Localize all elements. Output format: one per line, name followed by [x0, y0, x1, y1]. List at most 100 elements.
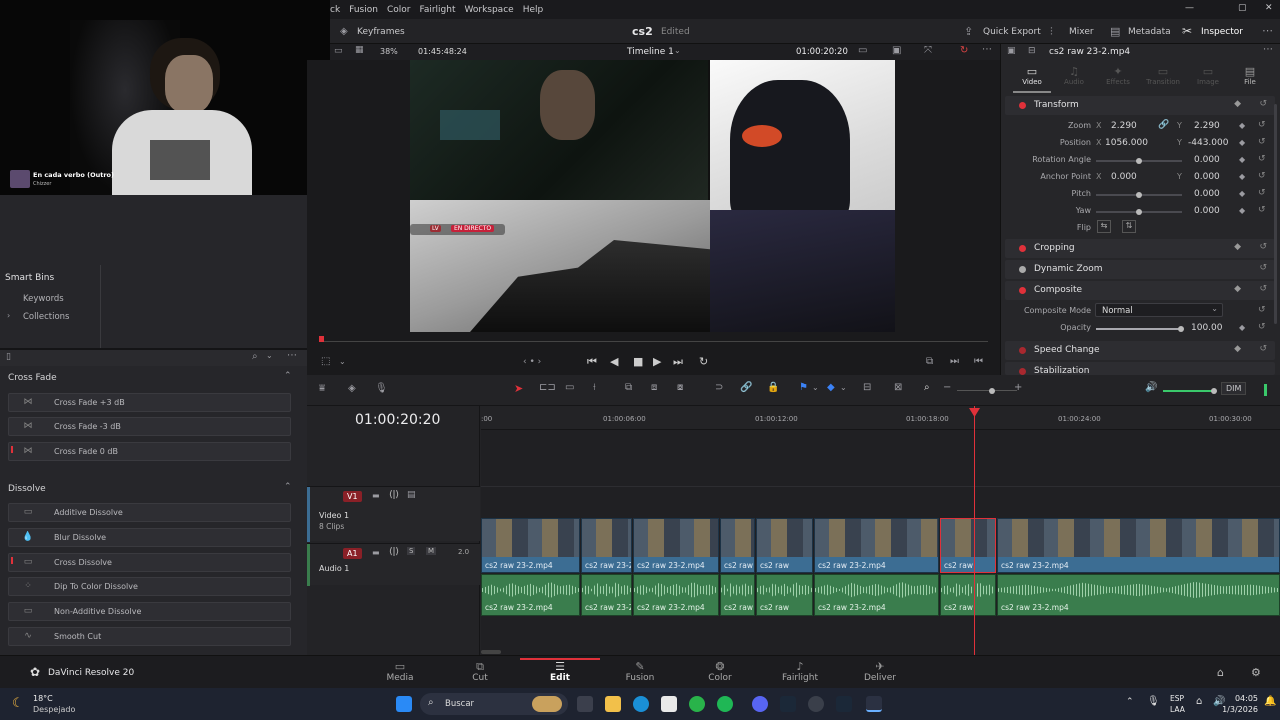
cropping-section[interactable]: Cropping ◆ ↺ [1005, 239, 1275, 258]
reset-icon[interactable]: ↺ [1258, 205, 1266, 215]
go-to-start-icon[interactable]: ⏮ [587, 355, 597, 369]
zoom-full-icon[interactable]: ⊟ [863, 382, 871, 393]
keyframe-icon[interactable]: ◆ [1234, 99, 1241, 109]
maximize-icon[interactable]: ▢ [1238, 3, 1247, 13]
audio-clip[interactable]: cs2 raw 23-2.mp4 [481, 574, 580, 616]
inspector-scrollbar[interactable] [1274, 104, 1277, 324]
language-code[interactable]: ESP [1170, 694, 1184, 703]
zoom-level[interactable]: 38% [380, 47, 398, 56]
play-icon[interactable]: ▶ [653, 355, 661, 368]
effect-cross-fade-minus3[interactable]: ⋈ Cross Fade -3 dB [8, 417, 291, 436]
audio-clip[interactable]: cs2 raw [756, 574, 813, 616]
network-icon[interactable]: ⌂ [1196, 696, 1202, 707]
anchor-x-field[interactable]: 0.000 [1111, 172, 1137, 182]
davinci-taskbar-icon[interactable] [866, 696, 882, 712]
flip-horizontal-icon[interactable]: ⇆ [1097, 220, 1111, 233]
rotation-slider[interactable] [1096, 158, 1182, 164]
menu-item-fairlight[interactable]: Fairlight [419, 5, 455, 15]
dissolve-header[interactable]: Dissolve [8, 484, 46, 494]
tab-audio[interactable]: ♫ Audio [1055, 65, 1093, 93]
stabilization-section[interactable]: Stabilization [1005, 362, 1275, 375]
quick-export-button[interactable]: Quick Export [983, 27, 1041, 37]
tab-video[interactable]: ▭ Video [1013, 65, 1051, 93]
timeline-ruler[interactable]: :00 01:00:06:00 01:00:12:00 01:00:18:00 … [481, 406, 1280, 430]
weather-temp[interactable]: 18°C [33, 694, 53, 703]
page-media[interactable]: ▭ Media [360, 660, 440, 688]
timeline-playhead[interactable] [974, 406, 975, 655]
video-track-name[interactable]: Video 1 [319, 511, 349, 520]
keyframe-icon[interactable]: ◆ [1239, 155, 1245, 164]
effects-more-icon[interactable]: ⋯ [287, 350, 297, 361]
audio-clip[interactable]: cs2 raw 23-2.mp4 [581, 574, 632, 616]
more-icon[interactable]: ⋯ [1262, 24, 1273, 37]
selection-mode-icon[interactable]: ⬚ [321, 356, 330, 367]
page-edit[interactable]: ☰ Edit [520, 658, 600, 686]
anchor-y-field[interactable]: 0.000 [1194, 172, 1220, 182]
keyframe-icon[interactable]: ◆ [1239, 323, 1245, 332]
trim-tool-icon[interactable]: ⊏⊐ [539, 382, 556, 393]
effect-dip-to-color[interactable]: ⁘ Dip To Color Dissolve [8, 577, 291, 596]
viewer-more-icon[interactable]: ⋯ [982, 44, 992, 55]
keyframe-icon[interactable]: ◆ [1234, 344, 1241, 354]
audio-clip[interactable]: cs2 raw 23-2.mp4 [814, 574, 939, 616]
speaker-icon[interactable]: 🔊 [1145, 382, 1157, 393]
composite-section[interactable]: Composite ◆ ↺ [1005, 281, 1275, 300]
mixer-button[interactable]: Mixer [1069, 27, 1094, 37]
file-explorer-icon[interactable] [605, 696, 621, 712]
collapse-icon[interactable]: ⌃ [284, 371, 292, 381]
inspector-more-icon[interactable]: ⋯ [1263, 44, 1273, 55]
lock-icon[interactable]: ▬ [372, 548, 380, 557]
dim-button[interactable]: DIM [1221, 382, 1247, 395]
keyframe-icon[interactable]: ◆ [1239, 189, 1245, 198]
effect-blur-dissolve[interactable]: 💧 Blur Dissolve [8, 528, 291, 547]
zoom-slider[interactable] [957, 388, 1017, 394]
link-icon[interactable]: 🔗 [1158, 120, 1169, 130]
grid-icon[interactable]: ▦ [355, 45, 364, 55]
tab-effects[interactable]: ✦ Effects [1098, 65, 1138, 93]
loop-icon[interactable]: ↻ [960, 45, 968, 56]
keyframe-icon[interactable]: ◆ [1234, 242, 1241, 252]
reset-icon[interactable]: ↺ [1258, 322, 1266, 332]
obs-icon[interactable] [808, 696, 824, 712]
chevron-down-icon[interactable]: ⌄ [674, 46, 681, 55]
loop-playback-icon[interactable]: ↻ [699, 355, 708, 368]
audio-track-name[interactable]: Audio 1 [319, 564, 349, 573]
rotation-field[interactable]: 0.000 [1194, 155, 1220, 165]
marker-icon[interactable]: ◆ [827, 382, 835, 393]
menu-item-clip[interactable]: ck [330, 5, 340, 15]
video-clip[interactable]: cs2 raw [720, 518, 755, 573]
stop-icon[interactable]: ■ [633, 355, 643, 368]
metadata-button[interactable]: Metadata [1128, 27, 1171, 37]
menu-item-color[interactable]: Color [387, 5, 411, 15]
opacity-slider[interactable] [1096, 326, 1184, 332]
overlay-icon[interactable]: ▣ [892, 45, 901, 56]
reset-icon[interactable]: ↺ [1259, 263, 1267, 273]
audio-clip[interactable]: cs2 raw 23-2.mp4 [997, 574, 1280, 616]
reset-icon[interactable]: ↺ [1259, 99, 1267, 109]
insert-clip-icon[interactable]: ⧉ [625, 382, 632, 393]
chevron-down-icon[interactable]: ⌄ [812, 383, 819, 392]
video-clip[interactable]: cs2 raw 23-2.mp4 [581, 518, 632, 573]
viewer-mode-icon[interactable]: ▭ [858, 45, 867, 56]
yaw-slider[interactable] [1096, 209, 1182, 215]
chevron-right-icon[interactable]: › [7, 311, 10, 320]
audio-clip[interactable]: cs2 raw 23-2.mp4 [633, 574, 719, 616]
steam-alt-icon[interactable] [836, 696, 852, 712]
yaw-field[interactable]: 0.000 [1194, 206, 1220, 216]
video-clip-selected[interactable]: cs2 raw [940, 518, 996, 573]
chevron-down-icon[interactable]: ⌄ [339, 357, 346, 366]
transform-icon[interactable]: ⤧ [924, 45, 932, 56]
video-frame[interactable]: LV EN DIRECTO [410, 60, 895, 332]
snapping-icon[interactable]: ⊃ [715, 382, 723, 393]
lock-icon[interactable]: ▬ [372, 491, 380, 500]
chevron-down-icon[interactable]: ⌄ [840, 383, 847, 392]
go-to-end-icon[interactable]: ⏭ [673, 355, 683, 369]
video-clip[interactable]: cs2 raw 23-2.mp4 [997, 518, 1280, 573]
zoom-detail-icon[interactable]: ⊠ [894, 382, 902, 393]
reset-icon[interactable]: ↺ [1259, 242, 1267, 252]
timeline-tracks[interactable]: :00 01:00:06:00 01:00:12:00 01:00:18:00 … [481, 406, 1280, 655]
microphone-icon[interactable]: 🎙 [375, 383, 388, 394]
timeline-name[interactable]: Timeline 1 [627, 47, 674, 57]
panel-toggle-icon[interactable]: ▯ [6, 352, 11, 362]
discord-icon[interactable] [752, 696, 768, 712]
